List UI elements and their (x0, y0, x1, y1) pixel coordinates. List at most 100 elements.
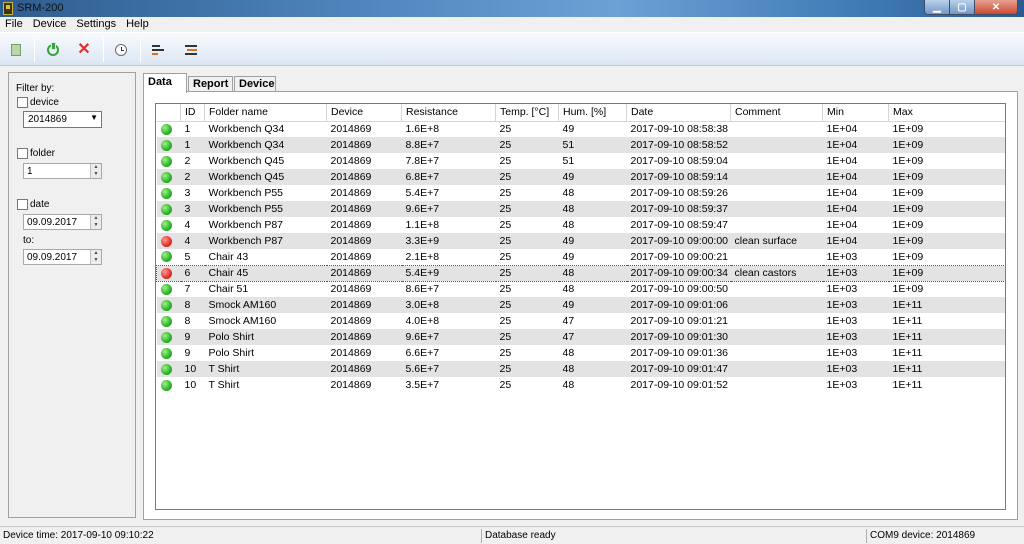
temp-cell: 25 (499, 283, 512, 296)
measurements-table: ID Folder name Device Resistance Temp. [°C] H… (156, 104, 1006, 393)
tab-report[interactable]: Report (188, 76, 233, 92)
resistance-col-header[interactable]: Resistance (401, 104, 496, 122)
hum-cell: 47 (562, 315, 575, 327)
table-row[interactable]: 4 Workbench P87 2014869 1.1E+8 25 48 2017-09-1… (157, 217, 1006, 233)
tab-data[interactable]: Data (143, 73, 187, 93)
id-cell: 5 (184, 250, 191, 263)
table-row[interactable]: 9 Polo Shirt 2014869 9.6E+7 25 47 2017-09-10 0… (156, 329, 1005, 345)
clock-button[interactable] (112, 41, 130, 59)
menu-device[interactable]: Device (28, 17, 72, 32)
table-row[interactable]: 2 Workbench Q45 2014869 6.8E+7 25 49 2017-09-1… (156, 169, 1005, 185)
max-cell: 1E+09 (888, 137, 1005, 153)
folder-name-cell: Chair 43 (208, 250, 249, 263)
disconnect-button[interactable]: ✕ (75, 41, 93, 59)
menu-help[interactable]: Help (121, 17, 154, 32)
data-grid[interactable]: ID Folder name Device Resistance Temp. [°C] H… (155, 103, 1006, 510)
menu-settings[interactable]: Settings (71, 17, 121, 32)
date-cell: 2017-09-10 08:59:26 (630, 187, 729, 199)
spin-up-icon[interactable]: ▲ (91, 250, 101, 257)
min-cell: 1E+03 (826, 283, 858, 296)
status-col-header[interactable] (156, 104, 181, 122)
maximize-icon: ▢ (957, 2, 967, 13)
spin-up-icon[interactable]: ▲ (91, 164, 101, 171)
date-to-stepper-buttons[interactable]: ▲ ▼ (90, 250, 101, 264)
temp-cell: 25 (499, 347, 512, 359)
device-time-status: Device time: 2017-09-10 09:10:22 (3, 530, 154, 541)
temp-col-header[interactable]: Temp. [°C] (495, 104, 559, 122)
table-row[interactable]: 1 Workbench Q34 2014869 8.8E+7 25 51 2017-09-1… (156, 137, 1005, 153)
min-col-header[interactable]: Min (822, 104, 889, 122)
date-cell: 2017-09-10 09:00:21 (630, 250, 729, 263)
table-row[interactable]: 7 Chair 51 2014869 8.6E+7 25 48 2017-09-10 09:… (157, 281, 1006, 297)
device-cell: 2014869 (330, 155, 372, 167)
hum-cell: 48 (562, 187, 575, 199)
comment-col-header[interactable]: Comment (730, 104, 823, 122)
min-cell: 1E+03 (826, 347, 858, 359)
table-row[interactable]: 8 Smock AM160 2014869 3.0E+8 25 49 2017-09-10 … (156, 297, 1005, 313)
hum-col-header[interactable]: Hum. [%] (558, 104, 627, 122)
max-col-header[interactable]: Max (888, 104, 1005, 122)
id-col-header[interactable]: ID (180, 104, 205, 122)
hum-cell: 49 (562, 250, 575, 263)
clock-icon (115, 44, 127, 56)
device-select[interactable]: 2014869 ▼ (23, 111, 102, 128)
spin-up-icon[interactable]: ▲ (91, 215, 101, 222)
table-row[interactable]: 1 Workbench Q34 2014869 1.6E+8 25 49 2017-09-1… (157, 121, 1006, 137)
menu-file[interactable]: File (0, 17, 28, 32)
filter-panel: Filter by: device 2014869 ▼ folder 1 ▲ ▼ … (8, 72, 136, 518)
comment-cell (731, 313, 823, 329)
min-cell: 1E+03 (826, 379, 858, 391)
pass-status-icon (160, 379, 172, 391)
maximize-button[interactable]: ▢ (950, 0, 975, 14)
folder-name-cell: Workbench P87 (208, 219, 284, 231)
table-row[interactable]: 10 T Shirt 2014869 5.6E+7 25 48 2017-09-10 09:… (156, 361, 1005, 377)
status-cell (157, 121, 181, 137)
device-col-header[interactable]: Device (326, 104, 402, 122)
comment-cell (730, 201, 823, 217)
table-row[interactable]: 2 Workbench Q45 2014869 7.8E+7 25 51 2017-09-1… (157, 153, 1006, 169)
export-bars-icon (183, 44, 197, 56)
temp-cell: 25 (495, 233, 559, 249)
table-row[interactable]: 6 Chair 45 2014869 5.4E+9 25 48 2017-09-10 09:… (156, 264, 1005, 282)
table-row[interactable]: 3 Workbench P55 2014869 5.4E+7 25 48 2017-09-1… (157, 185, 1006, 201)
device-filter-checkbox[interactable] (17, 97, 28, 108)
comment-cell (730, 137, 823, 153)
comment-cell (731, 281, 823, 297)
date-to-field[interactable]: 09.09.2017 ▲ ▼ (23, 249, 102, 265)
close-button[interactable]: ✕ (975, 0, 1017, 14)
folder-stepper[interactable]: 1 ▲ ▼ (23, 163, 102, 179)
table-row[interactable]: 4 Workbench P87 2014869 3.3E+9 25 49 2017-09-1… (156, 233, 1005, 249)
status-cell (156, 169, 181, 185)
table-row[interactable]: 5 Chair 43 2014869 2.1E+8 25 49 2017-09-10 09:… (157, 249, 1006, 265)
tab-device[interactable]: Device (234, 76, 276, 92)
date-from-stepper-buttons[interactable]: ▲ ▼ (90, 215, 101, 229)
table-row[interactable]: 3 Workbench P55 2014869 9.6E+7 25 48 2017-09-1… (156, 201, 1005, 217)
min-cell: 1E+04 (822, 137, 889, 153)
date-filter-checkbox[interactable] (17, 199, 28, 210)
report-button[interactable] (150, 41, 168, 59)
folder-filter-checkbox[interactable] (17, 148, 28, 159)
table-row[interactable]: 10 T Shirt 2014869 3.5E+7 25 48 2017-09-10 09:… (157, 377, 1006, 393)
spin-down-icon[interactable]: ▼ (91, 171, 101, 178)
status-cell (157, 217, 181, 233)
spin-down-icon[interactable]: ▼ (91, 222, 101, 229)
minimize-button[interactable]: ▁ (925, 0, 950, 14)
export-button[interactable] (181, 41, 199, 59)
pass-status-icon (160, 251, 172, 263)
save-button[interactable] (7, 41, 25, 59)
folder-stepper-buttons[interactable]: ▲ ▼ (90, 164, 101, 178)
date-from-field[interactable]: 09.09.2017 ▲ ▼ (23, 214, 102, 230)
pass-status-icon (160, 299, 172, 311)
hum-cell: 48 (562, 347, 575, 359)
fail-status-icon (161, 267, 172, 279)
status-cell (156, 137, 181, 153)
table-row[interactable]: 8 Smock AM160 2014869 4.0E+8 25 47 2017-09-10 … (157, 313, 1006, 329)
table-row[interactable]: 9 Polo Shirt 2014869 6.6E+7 25 48 2017-09-10 0… (157, 345, 1006, 361)
spin-down-icon[interactable]: ▼ (91, 257, 101, 264)
connect-button[interactable] (44, 41, 62, 59)
date-col-header[interactable]: Date (626, 104, 731, 122)
date-cell: 2017-09-10 09:00:50 (630, 283, 729, 296)
folder-name-col-header[interactable]: Folder name (204, 104, 327, 122)
comment-cell (730, 329, 823, 345)
id-cell: 2 (180, 169, 205, 185)
